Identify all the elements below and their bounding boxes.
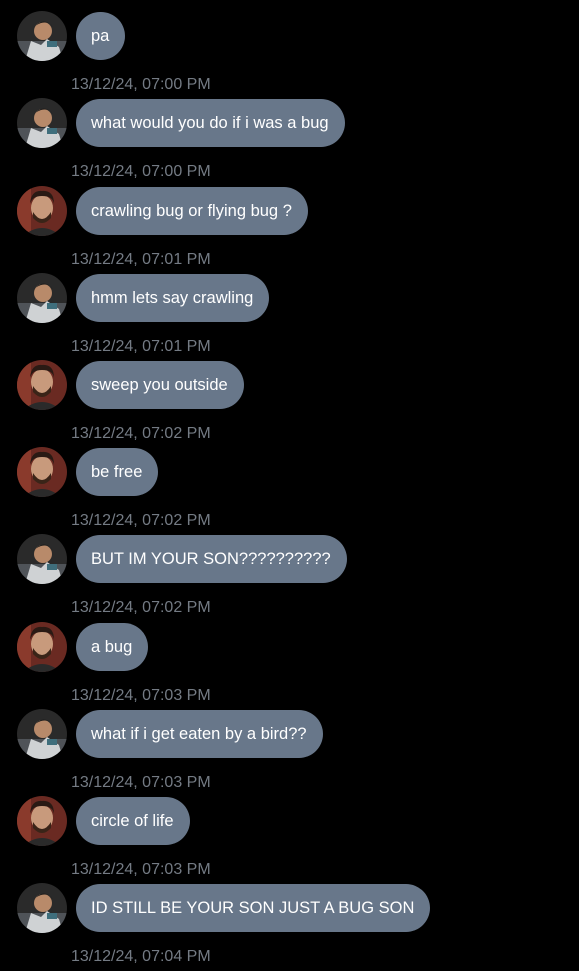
message-timestamp: 13/12/24, 07:02 PM bbox=[71, 599, 211, 616]
message-timestamp: 13/12/24, 07:04 PM bbox=[71, 948, 211, 965]
message-row: a bug 13/12/24, 07:03 PM bbox=[0, 622, 579, 710]
message-timestamp: 13/12/24, 07:01 PM bbox=[71, 338, 211, 355]
message-bubble[interactable]: BUT IM YOUR SON?????????? bbox=[76, 535, 347, 583]
message-timestamp: 13/12/24, 07:01 PM bbox=[71, 251, 211, 268]
message-row: pa 13/12/24, 07:00 PM bbox=[0, 11, 579, 99]
dad-avatar-icon[interactable] bbox=[17, 360, 67, 410]
message-row: ID STILL BE YOUR SON JUST A BUG SON 13/1… bbox=[0, 883, 579, 971]
message-timestamp: 13/12/24, 07:03 PM bbox=[71, 774, 211, 791]
message-row: sweep you outside 13/12/24, 07:02 PM bbox=[0, 360, 579, 448]
son-avatar-icon[interactable] bbox=[17, 883, 67, 933]
message-timestamp: 13/12/24, 07:03 PM bbox=[71, 687, 211, 704]
message-bubble[interactable]: hmm lets say crawling bbox=[76, 274, 270, 322]
message-bubble[interactable]: sweep you outside bbox=[76, 361, 244, 409]
dad-avatar-icon[interactable] bbox=[17, 186, 67, 236]
dad-avatar-icon[interactable] bbox=[17, 796, 67, 846]
son-avatar-icon[interactable] bbox=[17, 534, 67, 584]
message-bubble[interactable]: what if i get eaten by a bird?? bbox=[76, 710, 323, 758]
son-avatar-icon[interactable] bbox=[17, 11, 67, 61]
message-timestamp: 13/12/24, 07:00 PM bbox=[71, 76, 211, 93]
message-bubble[interactable]: be free bbox=[76, 448, 159, 496]
son-avatar-icon[interactable] bbox=[17, 709, 67, 759]
message-row: BUT IM YOUR SON?????????? 13/12/24, 07:0… bbox=[0, 534, 579, 622]
message-bubble[interactable]: pa bbox=[76, 12, 126, 60]
message-row: be free 13/12/24, 07:02 PM bbox=[0, 447, 579, 535]
son-avatar-icon[interactable] bbox=[17, 273, 67, 323]
message-row: crawling bug or flying bug ? 13/12/24, 0… bbox=[0, 186, 579, 274]
message-bubble[interactable]: what would you do if i was a bug bbox=[76, 99, 345, 147]
message-timestamp: 13/12/24, 07:02 PM bbox=[71, 512, 211, 529]
message-bubble[interactable]: circle of life bbox=[76, 797, 190, 845]
message-row: what would you do if i was a bug 13/12/2… bbox=[0, 98, 579, 186]
message-bubble[interactable]: a bug bbox=[76, 623, 149, 671]
message-row: hmm lets say crawling 13/12/24, 07:01 PM bbox=[0, 273, 579, 361]
message-row: circle of life 13/12/24, 07:03 PM bbox=[0, 796, 579, 884]
message-timestamp: 13/12/24, 07:02 PM bbox=[71, 425, 211, 442]
message-bubble[interactable]: ID STILL BE YOUR SON JUST A BUG SON bbox=[76, 884, 431, 932]
message-timestamp: 13/12/24, 07:00 PM bbox=[71, 163, 211, 180]
dad-avatar-icon[interactable] bbox=[17, 622, 67, 672]
message-bubble[interactable]: crawling bug or flying bug ? bbox=[76, 187, 308, 235]
message-row: what if i get eaten by a bird?? 13/12/24… bbox=[0, 709, 579, 797]
son-avatar-icon[interactable] bbox=[17, 98, 67, 148]
dad-avatar-icon[interactable] bbox=[17, 447, 67, 497]
message-timestamp: 13/12/24, 07:03 PM bbox=[71, 861, 211, 878]
chat-message-list[interactable]: pa 13/12/24, 07:00 PM what would you do … bbox=[0, 0, 579, 965]
